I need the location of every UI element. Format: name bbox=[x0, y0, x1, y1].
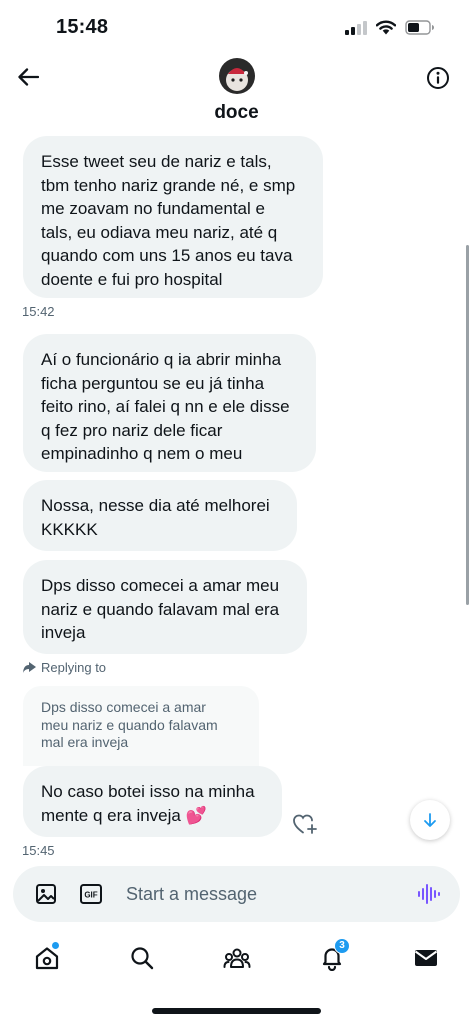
notification-count-badge: 3 bbox=[334, 938, 350, 954]
add-gif-button[interactable]: GIF bbox=[79, 882, 103, 906]
messages-envelope-icon bbox=[414, 950, 438, 966]
replying-to-text: Replying to bbox=[41, 660, 107, 675]
message-input[interactable] bbox=[126, 880, 396, 908]
replying-to-label: Replying to bbox=[22, 660, 106, 675]
bottom-tab-bar: 3 bbox=[0, 930, 473, 988]
info-button[interactable] bbox=[424, 64, 452, 92]
message-bubble[interactable]: No caso botei isso na minha mente q era … bbox=[23, 766, 282, 837]
wifi-icon bbox=[376, 20, 396, 35]
message-bubble[interactable]: Dps disso comecei a amar meu nariz e qua… bbox=[23, 560, 307, 654]
message-bubble[interactable]: Esse tweet seu de nariz e tals, tbm tenh… bbox=[23, 136, 323, 298]
scroll-to-bottom-button[interactable] bbox=[410, 800, 450, 840]
back-arrow-icon bbox=[18, 68, 39, 86]
status-icons bbox=[345, 20, 435, 35]
tab-notifications[interactable]: 3 bbox=[314, 938, 350, 976]
message-bubble[interactable]: Nossa, nesse dia até melhorei KKKKK bbox=[23, 480, 297, 551]
tab-messages[interactable] bbox=[408, 940, 444, 976]
scroll-down-arrow-icon bbox=[424, 813, 436, 827]
heart-add-icon bbox=[293, 814, 317, 834]
reply-arrow-icon bbox=[23, 662, 36, 673]
message-timestamp: 15:42 bbox=[22, 304, 55, 319]
status-time: 15:48 bbox=[56, 16, 109, 38]
cellular-signal-icon bbox=[345, 20, 367, 35]
back-button[interactable] bbox=[12, 64, 44, 90]
scrollbar[interactable] bbox=[466, 245, 469, 605]
status-bar: 15:48 bbox=[0, 0, 473, 56]
tab-communities[interactable] bbox=[219, 940, 255, 976]
tab-home[interactable] bbox=[29, 940, 65, 976]
message-list[interactable]: Esse tweet seu de nariz e tals, tbm tenh… bbox=[0, 132, 473, 858]
add-reaction-button[interactable] bbox=[292, 812, 318, 836]
image-icon bbox=[36, 884, 56, 904]
tab-search[interactable] bbox=[124, 940, 160, 976]
gif-icon: GIF bbox=[80, 884, 102, 904]
add-image-button[interactable] bbox=[34, 882, 58, 906]
voice-message-button[interactable] bbox=[416, 882, 440, 906]
message-composer: GIF bbox=[13, 866, 460, 922]
home-unread-dot bbox=[52, 942, 59, 949]
info-icon bbox=[427, 67, 449, 89]
search-icon bbox=[131, 947, 154, 970]
voice-message-icon bbox=[418, 884, 440, 904]
message-timestamp: 15:45 bbox=[22, 843, 55, 858]
message-bubble[interactable]: Aí o funcionário q ia abrir minha ficha … bbox=[23, 334, 316, 472]
contact-name[interactable]: doce bbox=[0, 102, 473, 124]
quoted-message[interactable]: Dps disso comecei a amar meu nariz e qua… bbox=[23, 686, 259, 766]
home-indicator[interactable] bbox=[152, 1008, 321, 1014]
svg-text:GIF: GIF bbox=[84, 891, 97, 900]
avatar[interactable] bbox=[219, 58, 255, 94]
battery-icon bbox=[405, 20, 434, 35]
conversation-header: doce bbox=[0, 56, 473, 132]
communities-icon bbox=[223, 948, 251, 968]
